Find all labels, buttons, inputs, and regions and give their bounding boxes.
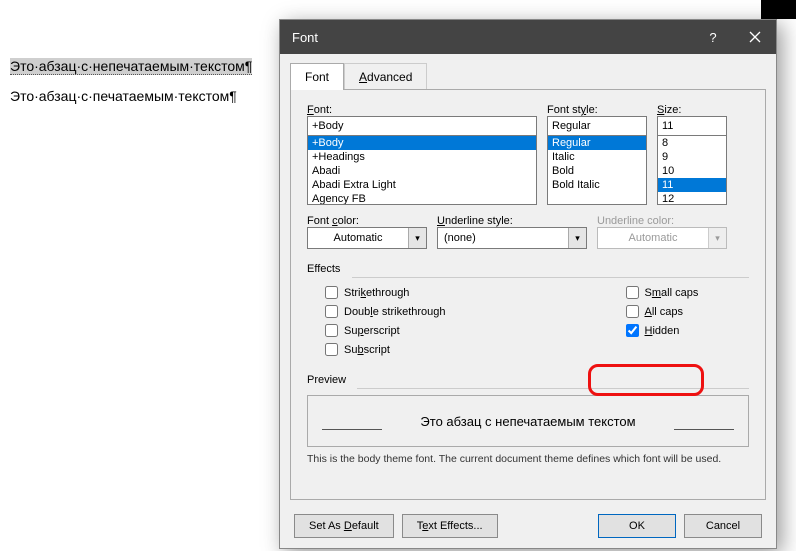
dialog-title: Font (292, 30, 318, 45)
preview-box: Это абзац с непечатаемым текстом (307, 395, 749, 447)
list-item[interactable]: Agency FB (308, 192, 536, 205)
text-effects-button[interactable]: Text Effects... (402, 514, 498, 538)
list-item[interactable]: Abadi (308, 164, 536, 178)
list-item[interactable]: 9 (658, 150, 726, 164)
list-item[interactable]: 12 (658, 192, 726, 205)
preview-text: Это абзац с непечатаемым текстом (420, 414, 635, 429)
chevron-down-icon: ▾ (408, 228, 426, 248)
list-item[interactable]: 8 (658, 136, 726, 150)
preview-group-label: Preview (307, 374, 749, 386)
font-color-dropdown[interactable]: Automatic ▾ (307, 227, 427, 249)
checkbox-all-caps[interactable]: All caps (626, 305, 699, 318)
tab-advanced[interactable]: Advanced (344, 63, 427, 90)
close-icon (749, 31, 761, 43)
set-as-default-button[interactable]: Set As Default (294, 514, 394, 538)
size-listbox[interactable]: 8 9 10 11 12 (657, 135, 727, 205)
chevron-down-icon: ▾ (568, 228, 586, 248)
cancel-button[interactable]: Cancel (684, 514, 762, 538)
style-input[interactable] (547, 116, 647, 136)
dialog-button-bar: Set As Default Text Effects... OK Cancel (280, 508, 776, 548)
list-item[interactable]: Abadi Extra Light (308, 178, 536, 192)
dark-strip (761, 0, 796, 19)
checkbox-strikethrough[interactable]: Strikethrough (325, 286, 446, 299)
checkbox-subscript[interactable]: Subscript (325, 343, 446, 356)
list-item[interactable]: Bold (548, 164, 646, 178)
font-label: Font: (307, 104, 537, 116)
list-item[interactable]: +Headings (308, 150, 536, 164)
font-input[interactable] (307, 116, 537, 136)
checkbox-small-caps[interactable]: Small caps (626, 286, 699, 299)
ok-button[interactable]: OK (598, 514, 676, 538)
list-item[interactable]: Bold Italic (548, 178, 646, 192)
font-color-label: Font color: (307, 215, 427, 227)
list-item[interactable]: 10 (658, 164, 726, 178)
tab-font[interactable]: Font (290, 63, 344, 90)
preview-description: This is the body theme font. The current… (307, 453, 749, 465)
dialog-titlebar: Font ? (280, 20, 776, 54)
underline-color-dropdown: Automatic ▾ (597, 227, 727, 249)
tab-strip: Font Advanced (280, 54, 776, 89)
list-item[interactable]: 11 (658, 178, 726, 192)
underline-color-label: Underline color: (597, 215, 727, 227)
checkbox-hidden[interactable]: Hidden (626, 324, 699, 337)
chevron-down-icon: ▾ (708, 228, 726, 248)
doc-line-2: Это·абзац·с·печатаемым·текстом¶ (10, 88, 237, 104)
help-button[interactable]: ? (692, 20, 734, 54)
size-input[interactable] (657, 116, 727, 136)
style-listbox[interactable]: Regular Italic Bold Bold Italic (547, 135, 647, 205)
list-item[interactable]: +Body (308, 136, 536, 150)
list-item[interactable]: Italic (548, 150, 646, 164)
font-dialog: Font ? Font Advanced Font: +Body +Headin… (279, 19, 777, 549)
checkbox-superscript[interactable]: Superscript (325, 324, 446, 337)
size-label: Size: (657, 104, 727, 116)
font-listbox[interactable]: +Body +Headings Abadi Abadi Extra Light … (307, 135, 537, 205)
underline-style-label: Underline style: (437, 215, 587, 227)
underline-style-dropdown[interactable]: (none) ▾ (437, 227, 587, 249)
effects-group-label: Effects (307, 263, 749, 275)
style-label: Font style: (547, 104, 647, 116)
checkbox-double-strikethrough[interactable]: Double strikethrough (325, 305, 446, 318)
doc-line-1: Это·абзац·с·непечатаемым·текстом¶ (10, 58, 252, 74)
font-tab-panel: Font: +Body +Headings Abadi Abadi Extra … (290, 89, 766, 500)
list-item[interactable]: Regular (548, 136, 646, 150)
close-button[interactable] (734, 20, 776, 54)
